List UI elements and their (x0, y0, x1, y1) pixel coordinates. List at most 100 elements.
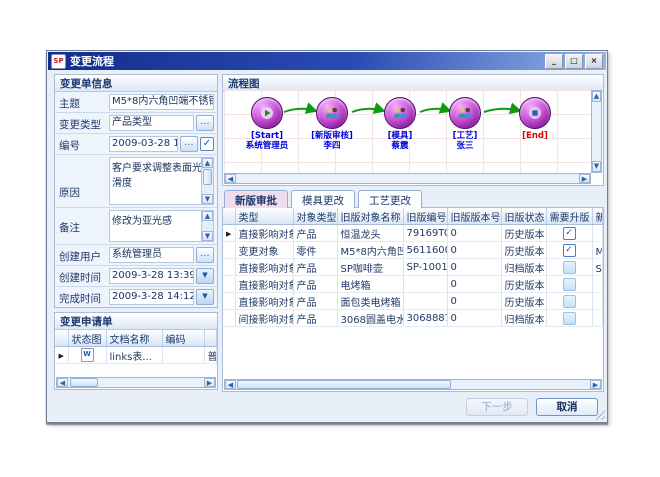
impact-row[interactable]: 直接影响对象产品 面包类电烤箱 0历史版本 ✓ (223, 293, 603, 310)
col-old-name[interactable]: 旧版对象名称 (337, 208, 403, 225)
flow-canvas[interactable]: [Start] 系统管理员 [新版审核] 李四 (224, 90, 591, 173)
node-step-label: [Start] (235, 131, 299, 141)
request-col-status[interactable]: 状态图 (68, 330, 106, 347)
col-type[interactable]: 类型 (235, 208, 293, 225)
flow-node-craft[interactable]: [工艺] 张三 (433, 97, 497, 151)
change-type-browse-button[interactable]: … (196, 115, 214, 131)
number-input[interactable]: 2009-03-28 13:39:01 (109, 136, 178, 152)
start-node-icon (251, 97, 283, 129)
next-step-button[interactable]: 下一步 (466, 398, 528, 416)
scroll-left-icon[interactable]: ◀ (57, 378, 68, 387)
scroll-right-icon[interactable]: ▶ (590, 380, 601, 389)
minimize-button[interactable]: _ (545, 54, 563, 69)
end-node-icon (519, 97, 551, 129)
impact-row[interactable]: 直接影响对象产品 SP咖啡壶SP-1001 0归档版本 ✓ SP咖啡壶 (223, 259, 603, 276)
col-old-code[interactable]: 旧版编号 (403, 208, 447, 225)
request-table-row[interactable]: ▶ links表... 普通 (55, 347, 217, 364)
maximize-button[interactable]: □ (565, 54, 583, 69)
scroll-down-icon[interactable]: ▼ (202, 194, 213, 204)
reason-scrollbar[interactable]: ▲ ▼ (201, 158, 213, 204)
create-time-dropdown[interactable]: ▼ (196, 268, 214, 284)
upgrade-checkbox[interactable]: ✓ (563, 295, 576, 308)
finish-time-row: 完成时间 2009-3-28 14:12:50 ▼ (55, 287, 217, 307)
node-person-label: 李四 (300, 141, 364, 151)
scroll-right-icon[interactable]: ▶ (579, 174, 590, 183)
impact-row[interactable]: ▶ 直接影响对象产品 恒温龙头79169TC 0历史版本 ✓ (223, 225, 603, 242)
scroll-left-icon[interactable]: ◀ (225, 174, 236, 183)
info-panel-header: 变更单信息 (55, 75, 217, 92)
tab-mold-change[interactable]: 模具更改 (291, 190, 355, 208)
scroll-up-icon[interactable]: ▲ (202, 211, 213, 221)
subject-row: 主题 M5*8内六角凹端不锈钢紧固螺钉 (55, 92, 217, 113)
flow-node-mold[interactable]: [模具] 蔡震 (368, 97, 432, 151)
col-old-status[interactable]: 旧版状态 (501, 208, 546, 225)
scroll-down-icon[interactable]: ▼ (202, 231, 213, 241)
node-person-label: 张三 (433, 141, 497, 151)
request-col-docname[interactable]: 文档名称 (106, 330, 162, 347)
request-table-hscrollbar[interactable]: ◀ ▶ (56, 377, 216, 388)
subject-input[interactable]: M5*8内六角凹端不锈钢紧固螺钉 (109, 94, 214, 110)
upgrade-checkbox[interactable]: ✓ (563, 312, 576, 325)
node-person-label: 蔡震 (368, 141, 432, 151)
col-old-version[interactable]: 旧版版本号 (447, 208, 501, 225)
upgrade-checkbox[interactable]: ✓ (563, 261, 576, 274)
number-browse-button[interactable]: … (180, 136, 198, 152)
change-type-input[interactable]: 产品类型 (109, 115, 194, 131)
upgrade-checkbox[interactable]: ✓ (563, 227, 576, 240)
number-row: 编号 2009-03-28 13:39:01 … ✓ (55, 134, 217, 155)
finish-time-label: 完成时间 (55, 287, 109, 307)
reason-label: 原因 (55, 155, 109, 207)
upgrade-checkbox[interactable]: ✓ (563, 244, 576, 257)
cancel-button[interactable]: 取消 (536, 398, 598, 416)
request-col-code[interactable]: 编码 (162, 330, 204, 347)
flow-hscrollbar[interactable]: ◀ ▶ (224, 173, 591, 184)
finish-time-input[interactable]: 2009-3-28 14:12:50 (109, 289, 194, 305)
create-time-label: 创建时间 (55, 266, 109, 286)
col-selector[interactable] (223, 208, 235, 225)
impact-table-hscrollbar[interactable]: ◀ ▶ (224, 379, 602, 390)
request-col-extra[interactable] (204, 330, 217, 347)
change-request-panel: 变更申请单 状态图 文档名称 编码 ▶ links表... (54, 312, 218, 390)
number-checkbox[interactable]: ✓ (200, 137, 214, 151)
scroll-up-icon[interactable]: ▲ (202, 158, 213, 168)
remark-scrollbar[interactable]: ▲ ▼ (201, 211, 213, 241)
reason-row: 原因 客户要求调整表面光滑度 ▲ ▼ (55, 155, 217, 208)
impact-row[interactable]: 间接影响对象产品 3068圆盖电水壶3068887 0归档版本 ✓ (223, 310, 603, 327)
col-need-upgrade[interactable]: 需要升版 (546, 208, 592, 225)
creator-browse-button[interactable]: … (196, 247, 214, 263)
creator-input[interactable]: 系统管理员 (109, 247, 194, 263)
upgrade-checkbox[interactable]: ✓ (563, 278, 576, 291)
creator-row: 创建用户 系统管理员 … (55, 245, 217, 266)
finish-time-dropdown[interactable]: ▼ (196, 289, 214, 305)
number-label: 编号 (55, 134, 109, 154)
flow-node-review[interactable]: [新版审核] 李四 (300, 97, 364, 151)
flow-vscrollbar[interactable]: ▲ ▼ (591, 90, 602, 173)
flow-node-start[interactable]: [Start] 系统管理员 (235, 97, 299, 151)
flow-node-end[interactable]: [End] (503, 97, 567, 141)
reason-textarea[interactable]: 客户要求调整表面光滑度 ▲ ▼ (109, 157, 214, 205)
col-object-type[interactable]: 对象类型 (293, 208, 337, 225)
titlebar[interactable]: SP 变更流程 _ □ × (48, 52, 606, 70)
create-time-row: 创建时间 2009-3-28 13:39:01 ▼ (55, 266, 217, 287)
impact-row[interactable]: 直接影响对象产品 电烤箱 0历史版本 ✓ (223, 276, 603, 293)
doc-type-cell: 普通 (204, 347, 217, 364)
doc-code-cell (162, 347, 204, 364)
scroll-down-icon[interactable]: ▼ (592, 161, 601, 172)
tab-strip: 新版审批 模具更改 工艺更改 (222, 190, 422, 208)
flow-chart-panel: 流程图 (222, 74, 604, 186)
tab-new-version-approval[interactable]: 新版审批 (224, 190, 288, 208)
scroll-up-icon[interactable]: ▲ (592, 91, 601, 102)
col-new-name[interactable]: 新版 (592, 208, 603, 225)
request-col-selector[interactable] (55, 330, 68, 347)
scroll-right-icon[interactable]: ▶ (204, 378, 215, 387)
create-time-input[interactable]: 2009-3-28 13:39:01 (109, 268, 194, 284)
people-icon (384, 97, 416, 129)
tab-craft-change[interactable]: 工艺更改 (358, 190, 422, 208)
remark-textarea[interactable]: 修改为亚光感 ▲ ▼ (109, 210, 214, 242)
change-order-info-panel: 变更单信息 主题 M5*8内六角凹端不锈钢紧固螺钉 变更类型 产品类型 … 编号… (54, 74, 218, 308)
close-button[interactable]: × (585, 54, 603, 69)
scroll-left-icon[interactable]: ◀ (225, 380, 236, 389)
impact-row[interactable]: 变更对象零件 M5*8内六角凹...5611600 0历史版本 ✓ M5*8内六… (223, 242, 603, 259)
row-selector-icon: ▶ (59, 352, 64, 360)
window-title: 变更流程 (70, 53, 545, 69)
